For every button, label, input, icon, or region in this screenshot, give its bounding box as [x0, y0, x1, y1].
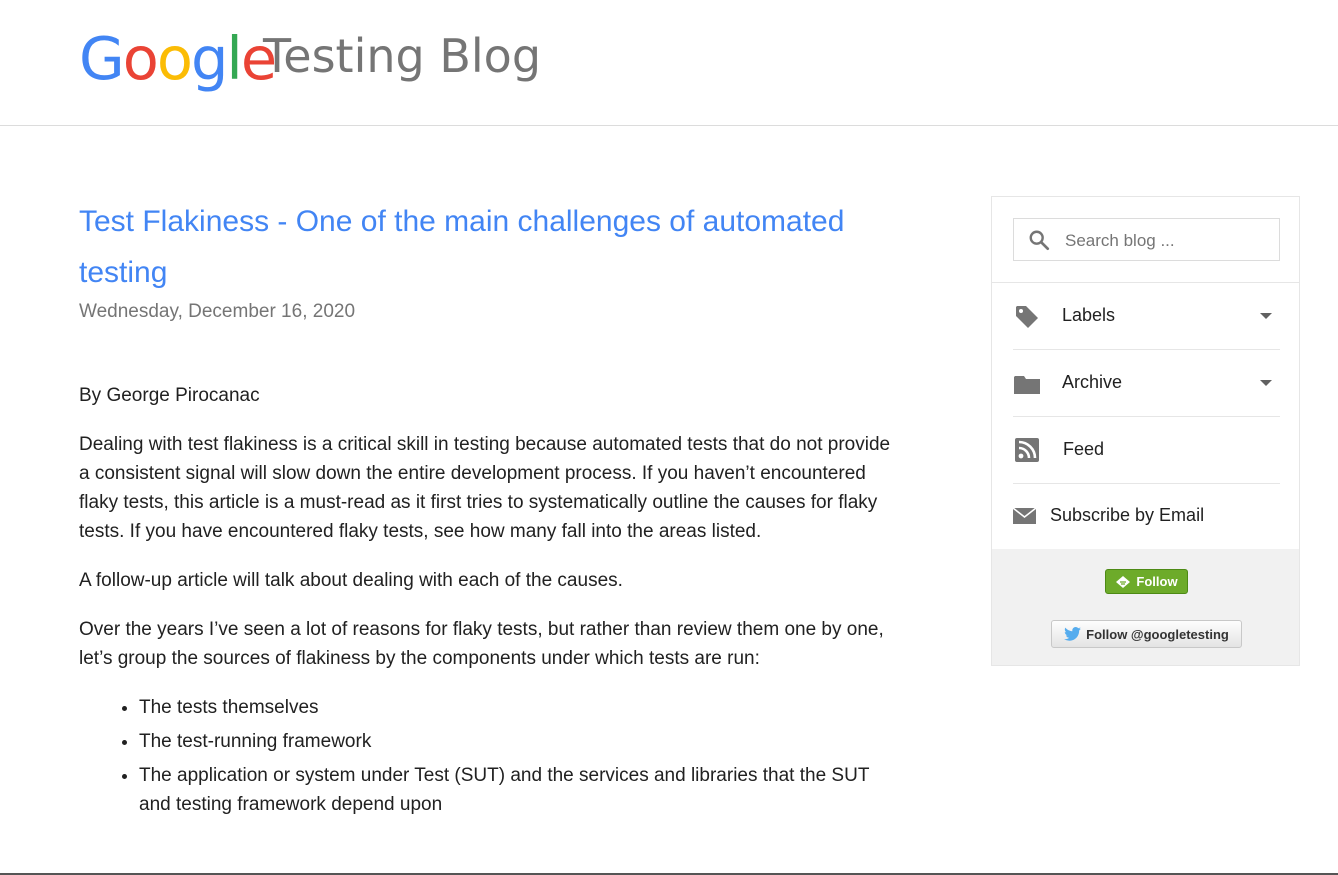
twitter-follow-label: Follow @googletesting	[1086, 626, 1229, 642]
twitter-bird-icon	[1064, 627, 1082, 641]
post-header: Test Flakiness - One of the main challen…	[79, 196, 899, 323]
post-paragraph: Dealing with test flakiness is a critica…	[79, 434, 891, 542]
list-item: The tests themselves	[139, 693, 899, 722]
follow-button[interactable]: Follow	[1105, 569, 1188, 594]
logo-letter: o	[156, 24, 193, 93]
sidebar-item-label: Archive	[1062, 372, 1123, 392]
follow-section: Follow Follow @googletesting	[992, 549, 1299, 665]
blog-title[interactable]: Testing Blog	[263, 26, 541, 86]
logo-letter: G	[79, 24, 125, 93]
list-item: The application or system under Test (SU…	[139, 761, 899, 819]
post-byline: By George Pirocanac	[79, 385, 260, 406]
sidebar-item-label: Feed	[1063, 439, 1105, 459]
chevron-down-icon[interactable]	[1260, 313, 1272, 319]
sidebar-item-feed[interactable]: Feed	[1013, 417, 1280, 484]
sidebar-item-label: Subscribe by Email	[1050, 505, 1205, 525]
sidebar-item-label: Labels	[1062, 305, 1116, 325]
sidebar: Labels Archive Feed Subscribe by Email	[991, 196, 1300, 666]
chevron-down-icon[interactable]	[1260, 380, 1272, 386]
site-header: Google Testing Blog	[0, 0, 1338, 126]
feedly-icon	[1116, 575, 1131, 588]
rss-icon	[1015, 438, 1039, 462]
tag-icon	[1016, 306, 1038, 328]
sidebar-item-archive[interactable]: Archive	[1013, 350, 1280, 417]
list-item: The test-running framework	[139, 727, 899, 756]
post-paragraph: Over the years I’ve seen a lot of reason…	[79, 619, 884, 669]
google-logo[interactable]: Google	[79, 24, 277, 94]
post-title[interactable]: Test Flakiness - One of the main challen…	[79, 196, 899, 298]
search-icon[interactable]	[1028, 229, 1050, 251]
email-icon	[1013, 508, 1036, 524]
search-input[interactable]	[1063, 227, 1272, 255]
post-body: By George Pirocanac Dealing with test fl…	[79, 381, 899, 824]
post-paragraph: A follow-up article will talk about deal…	[79, 570, 623, 591]
logo-letter: o	[122, 24, 159, 93]
logo-letter: g	[190, 24, 228, 93]
sidebar-item-labels[interactable]: Labels	[1013, 283, 1280, 350]
logo-letter: l	[226, 24, 242, 93]
sidebar-item-subscribe[interactable]: Subscribe by Email	[1013, 484, 1280, 549]
post-date: Wednesday, December 16, 2020	[79, 301, 356, 322]
folder-icon	[1014, 376, 1040, 394]
search-box[interactable]	[1013, 218, 1280, 261]
flakiness-sources-list: The tests themselves The test-running fr…	[79, 693, 899, 819]
follow-label: Follow	[1136, 574, 1178, 589]
twitter-follow-button[interactable]: Follow @googletesting	[1051, 620, 1242, 648]
